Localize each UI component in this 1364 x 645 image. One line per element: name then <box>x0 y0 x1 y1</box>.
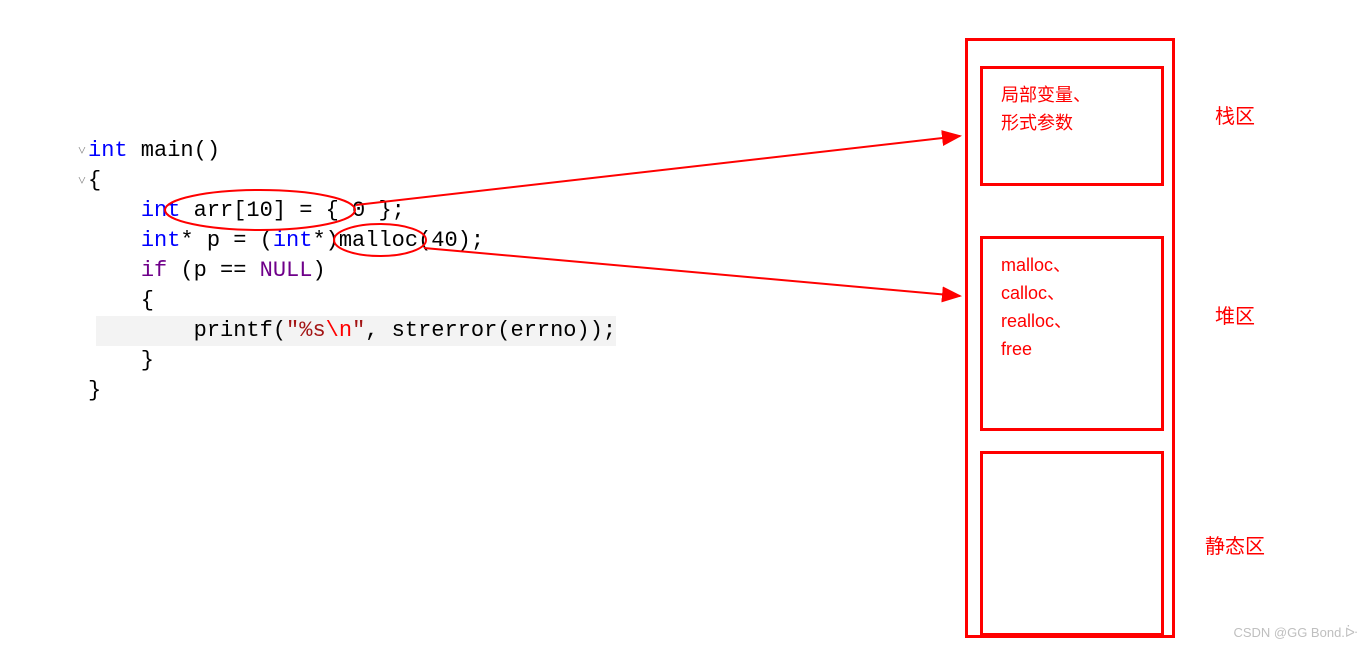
static-region-box <box>980 451 1164 636</box>
code-text: arr[10] = { 0 }; <box>180 198 404 223</box>
keyword-null: NULL <box>260 258 313 283</box>
string-literal: "%s <box>286 318 326 343</box>
keyword-int: int <box>141 228 181 253</box>
code-text: *)malloc(40); <box>312 228 484 253</box>
code-text: ) <box>312 258 325 283</box>
heap-text-line: realloc、 <box>1001 307 1143 335</box>
code-text: printf( <box>194 318 286 343</box>
stack-region-box: 局部变量、 形式参数 <box>980 66 1164 186</box>
collapse-icon: ˅ <box>78 173 86 189</box>
keyword-int: int <box>273 228 313 253</box>
code-text: * p = ( <box>180 228 272 253</box>
heap-text-line: free <box>1001 335 1143 363</box>
code-text: } <box>88 378 101 403</box>
stack-label: 栈区 <box>1215 100 1255 129</box>
code-text: , strerror(errno)); <box>365 318 616 343</box>
stack-text-line: 局部变量、 <box>1001 81 1143 109</box>
indent <box>88 198 141 223</box>
string-literal: " <box>352 318 365 343</box>
code-block: int main() { int arr[10] = { 0 }; int* p… <box>88 136 616 406</box>
heap-region-box: malloc、 calloc、 realloc、 free <box>980 236 1164 431</box>
heap-label: 堆区 <box>1215 300 1255 329</box>
indent <box>88 228 141 253</box>
code-text: { <box>88 168 101 193</box>
code-text: } <box>88 348 154 373</box>
keyword-int: int <box>141 198 181 223</box>
stack-text-line: 形式参数 <box>1001 109 1143 137</box>
code-text: { <box>88 288 154 313</box>
keyword-if: if <box>141 258 167 283</box>
heap-text-line: calloc、 <box>1001 279 1143 307</box>
indent <box>88 258 141 283</box>
heap-text-line: malloc、 <box>1001 251 1143 279</box>
memory-layout-box: 局部变量、 形式参数 malloc、 calloc、 realloc、 free <box>965 38 1175 638</box>
code-text: (p == <box>167 258 259 283</box>
watermark-text: CSDN @GG Bond.ᐕ <box>1233 625 1358 641</box>
code-text: main() <box>128 138 220 163</box>
static-label: 静态区 <box>1205 530 1265 559</box>
keyword-int: int <box>88 138 128 163</box>
escape-sequence: \n <box>326 318 352 343</box>
collapse-icon: ˅ <box>78 143 86 159</box>
indent <box>88 318 194 343</box>
